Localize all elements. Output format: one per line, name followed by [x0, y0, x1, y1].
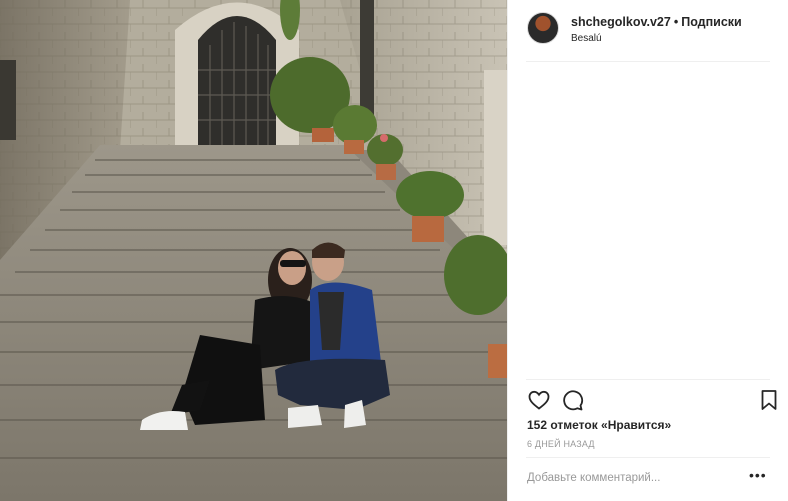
- likes-count[interactable]: 152 отметок «Нравится»: [527, 418, 671, 432]
- post-photo[interactable]: [0, 0, 507, 501]
- location-link[interactable]: Besalú: [571, 33, 602, 44]
- like-icon[interactable]: [527, 388, 551, 412]
- post-header: shchegolkov.v27 • Подписки Besalú: [527, 12, 777, 48]
- divider: [526, 457, 770, 458]
- avatar[interactable]: [527, 12, 559, 44]
- divider: [526, 379, 770, 380]
- follow-button[interactable]: Подписки: [681, 15, 742, 29]
- comment-icon[interactable]: [560, 388, 584, 412]
- action-bar: [527, 388, 777, 414]
- post-author-line: shchegolkov.v27 • Подписки: [571, 15, 742, 29]
- divider: [526, 61, 770, 62]
- post-side-panel: shchegolkov.v27 • Подписки Besalú 152 отме…: [507, 0, 788, 501]
- post-timestamp[interactable]: 6 ДНЕЙ НАЗАД: [527, 439, 595, 449]
- comment-input[interactable]: [527, 467, 717, 489]
- more-options-button[interactable]: •••: [749, 467, 767, 483]
- separator-dot: •: [673, 15, 679, 29]
- photo-image: [0, 0, 507, 501]
- bookmark-icon[interactable]: [757, 388, 781, 412]
- username-link[interactable]: shchegolkov.v27: [571, 15, 671, 29]
